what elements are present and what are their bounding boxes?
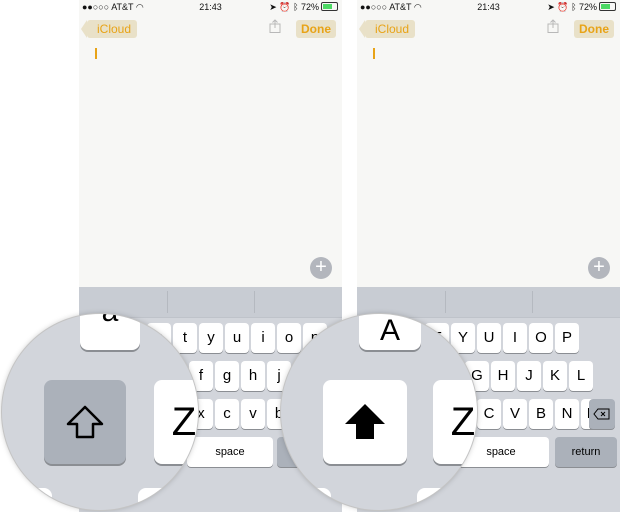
bluetooth-icon: ᛒ	[293, 2, 299, 12]
battery-icon	[599, 2, 616, 11]
zoom-callout-lowercase: a Z	[2, 314, 198, 510]
alarm-icon: ⏰	[279, 2, 291, 12]
return-key[interactable]: return	[555, 437, 617, 467]
key-i[interactable]: i	[251, 323, 275, 353]
text-cursor	[95, 48, 97, 59]
space-key[interactable]: space	[187, 437, 273, 467]
key-Y[interactable]: Y	[451, 323, 475, 353]
key-V[interactable]: V	[503, 399, 527, 429]
add-checklist-button[interactable]: +	[588, 257, 610, 279]
key-C[interactable]: C	[477, 399, 501, 429]
zoomed-key-a: a	[80, 314, 140, 350]
plus-icon: +	[315, 256, 327, 278]
zoom-callout-uppercase: A Z	[281, 314, 477, 510]
status-bar: ●●○○○ AT&T ◠ 21:43 ➤ ⏰ ᛒ 72%	[79, 0, 342, 14]
done-button[interactable]: Done	[296, 20, 336, 38]
backspace-icon	[593, 408, 610, 420]
zoomed-key-A: A	[359, 314, 421, 350]
zoomed-key-z: Z	[154, 380, 198, 464]
location-icon: ➤	[269, 2, 277, 12]
done-button[interactable]: Done	[574, 20, 614, 38]
key-g[interactable]: g	[215, 361, 239, 391]
share-icon[interactable]	[547, 19, 559, 33]
key-J[interactable]: J	[517, 361, 541, 391]
key-L[interactable]: L	[569, 361, 593, 391]
add-checklist-button[interactable]: +	[310, 257, 332, 279]
key-H[interactable]: H	[491, 361, 515, 391]
shift-filled-icon	[345, 404, 385, 439]
key-B[interactable]: B	[529, 399, 553, 429]
key-t[interactable]: t	[173, 323, 197, 353]
key-c[interactable]: c	[215, 399, 239, 429]
battery-percent: 72%	[300, 2, 319, 12]
key-u[interactable]: u	[225, 323, 249, 353]
key-U[interactable]: U	[477, 323, 501, 353]
navigation-bar: iCloud Done	[79, 14, 342, 44]
battery-icon	[321, 2, 338, 11]
key-o[interactable]: o	[277, 323, 301, 353]
text-cursor	[373, 48, 375, 59]
key-v[interactable]: v	[241, 399, 265, 429]
key-I[interactable]: I	[503, 323, 527, 353]
key-K[interactable]: K	[543, 361, 567, 391]
key-P[interactable]: P	[555, 323, 579, 353]
location-icon: ➤	[547, 2, 555, 12]
share-icon[interactable]	[269, 19, 281, 33]
alarm-icon: ⏰	[557, 2, 569, 12]
zoomed-key-z: Z	[433, 380, 477, 464]
key-O[interactable]: O	[529, 323, 553, 353]
plus-icon: +	[593, 256, 605, 278]
back-button[interactable]: iCloud	[80, 20, 138, 38]
battery-percent: 72%	[578, 2, 597, 12]
key-y[interactable]: y	[199, 323, 223, 353]
zoomed-shift-key-on	[323, 380, 407, 464]
key-N[interactable]: N	[555, 399, 579, 429]
bluetooth-icon: ᛒ	[571, 2, 577, 12]
delete-key[interactable]	[589, 399, 615, 429]
zoomed-shift-key-off	[44, 380, 126, 464]
navigation-bar: iCloud Done	[357, 14, 620, 44]
status-bar: ●●○○○ AT&T ◠ 21:43 ➤ ⏰ ᛒ 72%	[357, 0, 620, 14]
shift-outline-icon	[66, 405, 104, 439]
back-button[interactable]: iCloud	[358, 20, 416, 38]
key-h[interactable]: h	[241, 361, 265, 391]
